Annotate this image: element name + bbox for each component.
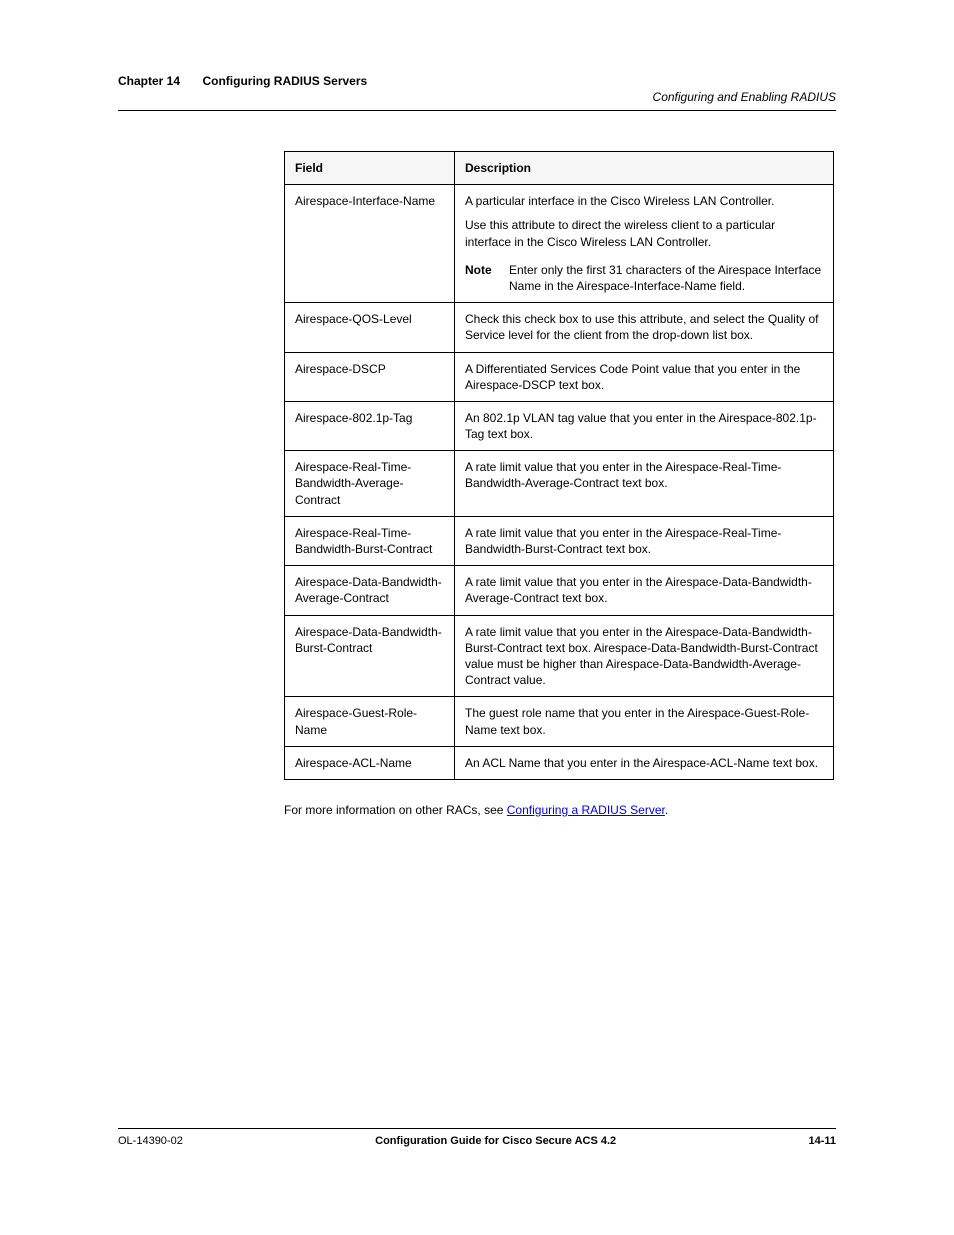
- doc-id: OL-14390-02: [118, 1135, 183, 1147]
- desc-cell: A rate limit value that you enter in the…: [455, 451, 834, 517]
- footer-rule: [118, 1128, 836, 1129]
- field-cell: Airespace-Data-Bandwidth-Average-Contrac…: [285, 566, 455, 615]
- chapter-number: Chapter 14: [118, 74, 180, 88]
- table-row: Airespace-Interface-Name A particular in…: [285, 185, 834, 303]
- table-row: Airespace-Real-Time-Bandwidth-Average-Co…: [285, 451, 834, 517]
- field-cell: Airespace-ACL-Name: [285, 746, 455, 779]
- table-row: Airespace-802.1p-Tag An 802.1p VLAN tag …: [285, 401, 834, 450]
- table-row: Airespace-QOS-Level Check this check box…: [285, 303, 834, 352]
- desc-cell: A rate limit value that you enter in the…: [455, 516, 834, 565]
- field-cell: Airespace-Real-Time-Bandwidth-Burst-Cont…: [285, 516, 455, 565]
- table-row: Airespace-Guest-Role-Name The guest role…: [285, 697, 834, 746]
- para-suffix: .: [665, 803, 668, 817]
- table-row: Airespace-ACL-Name An ACL Name that you …: [285, 746, 834, 779]
- header-rule: [118, 110, 836, 111]
- desc-cell: A particular interface in the Cisco Wire…: [455, 185, 834, 303]
- table-row: Airespace-DSCP A Differentiated Services…: [285, 352, 834, 401]
- field-cell: Airespace-Guest-Role-Name: [285, 697, 455, 746]
- table-header-field: Field: [285, 152, 455, 185]
- desc-cell: The guest role name that you enter in th…: [455, 697, 834, 746]
- table-row: Airespace-Real-Time-Bandwidth-Burst-Cont…: [285, 516, 834, 565]
- field-cell: Airespace-802.1p-Tag: [285, 401, 455, 450]
- field-cell: Airespace-DSCP: [285, 352, 455, 401]
- desc-text: A particular interface in the Cisco Wire…: [465, 193, 823, 209]
- desc-cell: A Differentiated Services Code Point val…: [455, 352, 834, 401]
- desc-cell: Check this check box to use this attribu…: [455, 303, 834, 352]
- table-row: Airespace-Data-Bandwidth-Average-Contrac…: [285, 566, 834, 615]
- desc-cell: An ACL Name that you enter in the Airesp…: [455, 746, 834, 779]
- section-title: Configuring and Enabling RADIUS: [118, 90, 836, 104]
- page-footer: OL-14390-02 Configuration Guide for Cisc…: [118, 1128, 836, 1147]
- desc-text: Use this attribute to direct the wireles…: [465, 217, 823, 249]
- cross-reference-link[interactable]: Configuring a RADIUS Server: [507, 803, 665, 817]
- chapter-line: Chapter 14 Configuring RADIUS Servers: [118, 72, 836, 90]
- page-header: Chapter 14 Configuring RADIUS Servers Co…: [118, 72, 836, 104]
- table-row: Airespace-Data-Bandwidth-Burst-Contract …: [285, 615, 834, 697]
- note-label: Note: [465, 262, 509, 294]
- field-cell: Airespace-Data-Bandwidth-Burst-Contract: [285, 615, 455, 697]
- page-number: 14-11: [808, 1135, 836, 1147]
- field-cell: Airespace-Real-Time-Bandwidth-Average-Co…: [285, 451, 455, 517]
- field-cell: Airespace-Interface-Name: [285, 185, 455, 303]
- desc-cell: A rate limit value that you enter in the…: [455, 615, 834, 697]
- body-paragraph: For more information on other RACs, see …: [284, 802, 834, 819]
- chapter-title: Configuring RADIUS Servers: [202, 74, 367, 88]
- config-table: Field Description Airespace-Interface-Na…: [284, 151, 834, 780]
- note-text: Enter only the first 31 characters of th…: [509, 262, 823, 294]
- field-cell: Airespace-QOS-Level: [285, 303, 455, 352]
- table-header-description: Description: [455, 152, 834, 185]
- para-prefix: For more information on other RACs, see: [284, 803, 507, 817]
- desc-cell: A rate limit value that you enter in the…: [455, 566, 834, 615]
- doc-title: Configuration Guide for Cisco Secure ACS…: [375, 1135, 616, 1147]
- desc-cell: An 802.1p VLAN tag value that you enter …: [455, 401, 834, 450]
